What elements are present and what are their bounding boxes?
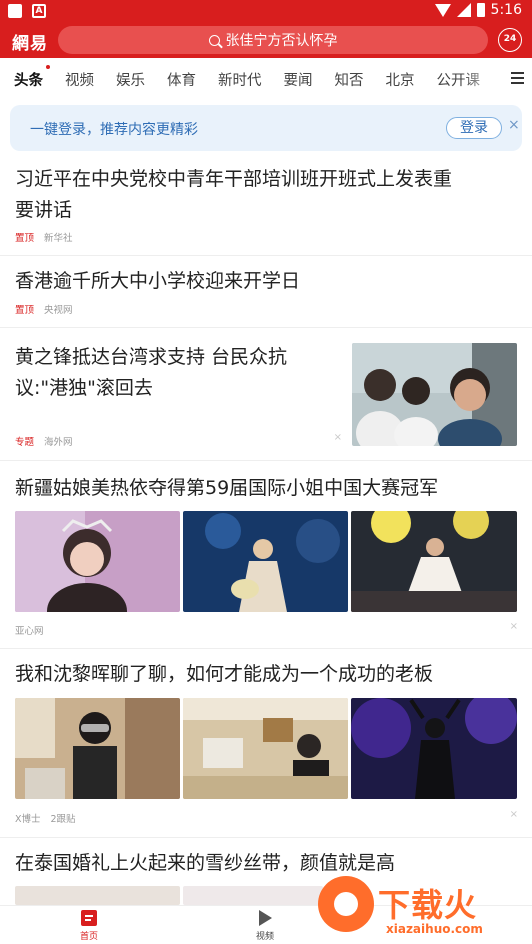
battery-icon (476, 3, 485, 17)
app-header: 網易 张佳宁方否认怀孕 24 (0, 24, 532, 58)
tab-important-news[interactable]: 要闻 (273, 69, 324, 90)
news-item[interactable]: 我和沈黎晖聊了聊，如何才能成为一个成功的老板 X博士 2跟贴 × (0, 649, 532, 838)
tab-new-era[interactable]: 新时代 (207, 69, 273, 90)
play-icon (258, 910, 272, 926)
news-title: 习近平在中央党校中青年干部培训班开班式上发表重 (15, 168, 453, 190)
search-hint: 张佳宁方否认怀孕 (225, 33, 338, 49)
tab-zhifou[interactable]: 知否 (324, 69, 375, 90)
news-title: 新疆姑娘美热依夺得第59届国际小姐中国大赛冠军 (15, 477, 439, 499)
login-button[interactable]: 登录 (446, 117, 502, 139)
news-source: X博士 (15, 814, 41, 825)
app-notification-icon: A (32, 4, 46, 18)
search-icon (208, 34, 220, 46)
nav-video[interactable]: 视频 (250, 910, 280, 942)
news-thumbnail (183, 698, 348, 799)
notification-icon (8, 4, 22, 18)
tab-headlines[interactable]: 头条 (0, 63, 54, 90)
new-dot-badge (45, 63, 51, 70)
news-thumbnail (15, 698, 180, 799)
dislike-close-icon[interactable]: × (510, 621, 518, 632)
news-source: 央视网 (44, 305, 73, 316)
news-title-line2: 议:"港独"滚回去 (15, 377, 153, 399)
news-item[interactable]: 习近平在中央党校中青年干部培训班开班式上发表重 要讲话 置顶 新华社 (0, 158, 532, 256)
news-title: 我和沈黎晖聊了聊，如何才能成为一个成功的老板 (15, 663, 434, 685)
pinned-tag: 置顶 (15, 305, 35, 316)
status-time: 5:16 (490, 2, 522, 18)
nav-video-label: 视频 (255, 932, 274, 942)
news-thumbnail (352, 343, 517, 446)
login-banner-text: 一键登录，推荐内容更精彩 (30, 122, 198, 138)
dislike-close-icon[interactable]: × (510, 809, 518, 820)
status-bar: A 5:16 (0, 0, 532, 24)
login-banner[interactable]: 一键登录，推荐内容更精彩 登录 × (10, 105, 522, 151)
netease-logo[interactable]: 網易 (12, 29, 48, 54)
watermark-logo: 下载火 xiazaihuo.com (316, 870, 532, 944)
news-source: 海外网 (44, 437, 73, 448)
news-item[interactable]: 新疆姑娘美热依夺得第59届国际小姐中国大赛冠军 亚心网 × (0, 461, 532, 649)
news-thumbnail (351, 698, 517, 799)
news-source: 亚心网 (15, 626, 44, 637)
news-thumbnail (351, 511, 517, 612)
news-thumbnail (183, 511, 348, 612)
news-source: 新华社 (44, 233, 73, 244)
news-thumbnail (183, 886, 323, 905)
channel-tabs: 头条 视频 娱乐 体育 新时代 要闻 知否 北京 公开课 (0, 58, 532, 100)
news-thumbnail (15, 511, 180, 612)
close-icon[interactable]: × (508, 117, 520, 133)
nav-home[interactable]: 首页 (72, 910, 106, 942)
pinned-tag: 置顶 (15, 233, 35, 244)
wifi-icon (434, 3, 451, 17)
channel-menu-icon[interactable] (511, 72, 524, 87)
watermark-text: 下载火 (378, 886, 478, 924)
watermark-url: xiazaihuo.com (386, 922, 483, 936)
nav-home-label: 首页 (79, 932, 98, 942)
tab-beijing[interactable]: 北京 (375, 69, 426, 90)
search-bar[interactable]: 张佳宁方否认怀孕 (58, 26, 488, 54)
news-title: 香港逾千所大中小学校迎来开学日 (15, 270, 301, 292)
home-icon (81, 910, 97, 926)
news-title: 黄之锋抵达台湾求支持 台民众抗 (15, 346, 288, 368)
topic-tag: 专题 (15, 437, 35, 448)
news-thumbnail (15, 886, 180, 905)
tab-video[interactable]: 视频 (54, 69, 105, 90)
news-item[interactable]: 黄之锋抵达台湾求支持 台民众抗 议:"港独"滚回去 专题 海外网 × (0, 328, 532, 461)
comment-count: 2跟贴 (50, 814, 76, 825)
watermark-flame-icon (318, 876, 374, 932)
signal-icon (456, 3, 471, 17)
news-item[interactable]: 香港逾千所大中小学校迎来开学日 置顶 央视网 (0, 256, 532, 328)
dislike-close-icon[interactable]: × (334, 432, 342, 443)
24-hour-news-icon[interactable]: 24 (498, 28, 522, 52)
tab-entertainment[interactable]: 娱乐 (105, 69, 156, 90)
tab-sports[interactable]: 体育 (156, 69, 207, 90)
news-title-line2: 要讲话 (15, 199, 73, 221)
